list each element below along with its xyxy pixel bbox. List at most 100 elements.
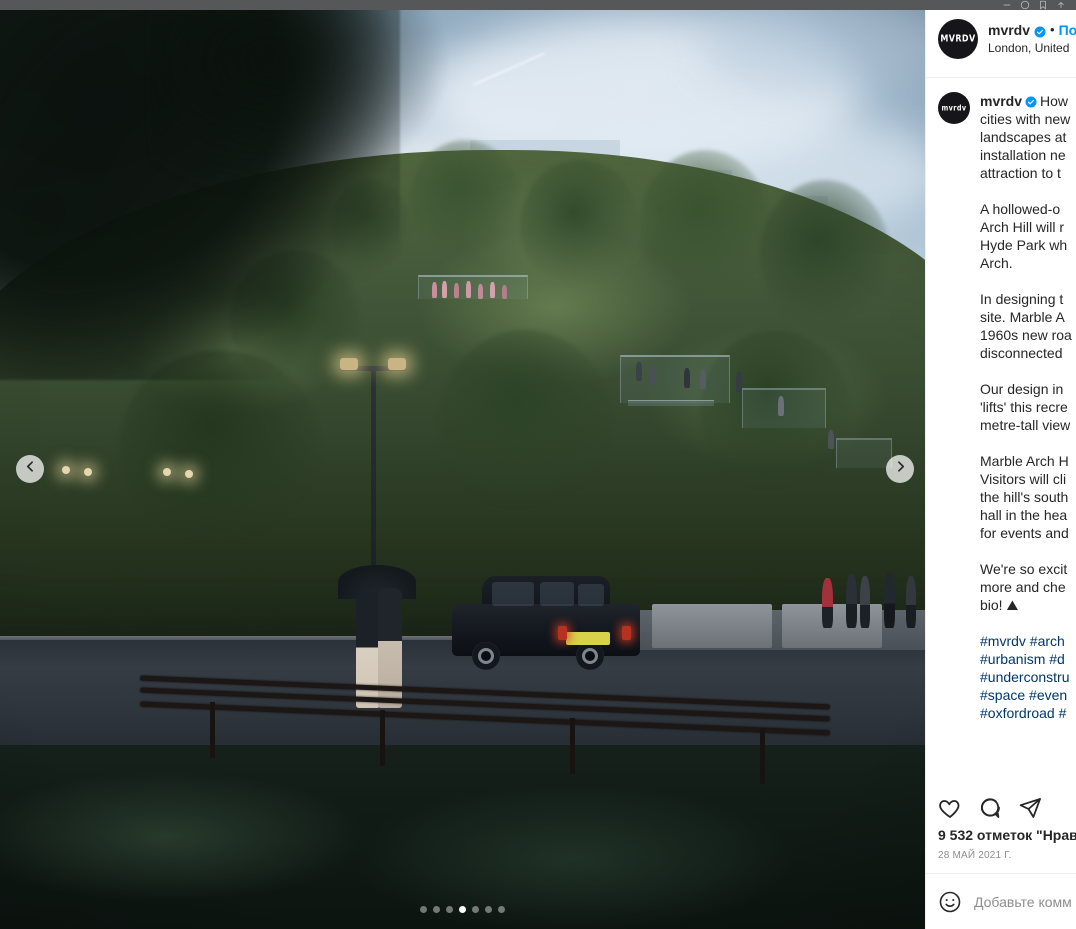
taxi-brake-light (622, 626, 631, 640)
caption-line: metre-tall view (980, 417, 1071, 433)
up-arrow-icon[interactable] (1054, 0, 1068, 10)
post-location[interactable]: London, United (988, 40, 1076, 56)
distant-streetlight (62, 466, 70, 474)
carousel-prev-button[interactable] (16, 455, 44, 483)
hashtag-line[interactable]: #urbanism #d (980, 650, 1072, 668)
caption-line: landscapes at (980, 129, 1067, 145)
caption-hashtags[interactable]: #mvrdv #arch #urbanism #d #underconstru #sp… (980, 632, 1072, 722)
architectural-rendering-image (0, 0, 925, 929)
smiley-face-icon[interactable] (938, 890, 962, 914)
visitor (502, 285, 507, 299)
avatar[interactable]: MVRDV (938, 18, 978, 59)
visitor (736, 372, 742, 392)
carousel-dot[interactable] (485, 906, 492, 913)
tree (760, 180, 890, 330)
pedestrian (846, 574, 857, 628)
menu-icon[interactable] (1000, 0, 1014, 10)
comment-composer[interactable] (926, 873, 1076, 929)
visitor (454, 283, 459, 298)
caption-avatar[interactable]: mvrdv (938, 92, 970, 124)
visitor (442, 281, 447, 298)
pedestrian (906, 576, 916, 628)
share-button[interactable] (1018, 796, 1042, 820)
post-media-carousel[interactable] (0, 0, 925, 929)
pedestrian (884, 572, 895, 628)
caption-line: attraction to t (980, 165, 1061, 181)
carousel-next-button[interactable] (886, 455, 914, 483)
taxi-licence-plate (566, 632, 610, 645)
hashtag-line[interactable]: #underconstru (980, 668, 1072, 686)
hashtag-line[interactable]: #mvrdv #arch (980, 632, 1072, 650)
tree (440, 330, 610, 510)
caption-line: Hyde Park wh (980, 237, 1068, 253)
carousel-dot[interactable] (472, 906, 479, 913)
likes-count[interactable]: 9 532 отметок "Нрав (938, 826, 1076, 844)
post-sidebar: MVRDV mvrdv • По London, United mvrdv mv… (925, 0, 1076, 929)
carousel-dot[interactable] (446, 906, 453, 913)
taxi-wheel (472, 642, 500, 670)
caption-line: cities with new (980, 111, 1071, 127)
account-circle-icon[interactable] (1018, 0, 1032, 10)
post-author-username[interactable]: mvrdv (988, 21, 1030, 39)
caption-paragraph-break (980, 542, 1072, 560)
tree (640, 150, 770, 300)
browser-toolbar-strip (0, 0, 1076, 10)
taxi-window (578, 584, 604, 606)
post-date: 28 МАЙ 2021 Г. (938, 850, 1012, 861)
stair-railing (742, 388, 826, 428)
verified-badge-icon (1034, 24, 1046, 38)
post-header: MVRDV mvrdv • По London, United (926, 0, 1076, 78)
likes-block: 9 532 отметок "Нрав 28 МАЙ 2021 Г. (926, 824, 1076, 873)
visitor (650, 366, 656, 385)
street-lamp-head (340, 358, 358, 370)
carousel-dot[interactable] (420, 906, 427, 913)
comment-input[interactable] (974, 893, 1076, 910)
visitor (432, 282, 437, 298)
hashtag-line[interactable]: #space #even (980, 686, 1072, 704)
caption-author-username[interactable]: mvrdv (980, 93, 1022, 109)
post-header-text: mvrdv • По London, United (988, 21, 1076, 56)
caption-paragraph-break (980, 182, 1072, 200)
stair-step (628, 400, 714, 406)
distant-streetlight (84, 468, 92, 476)
caption-paragraph-break (980, 272, 1072, 290)
carousel-dot-indicator[interactable] (0, 906, 925, 913)
avatar-logo-text: mvrdv (941, 103, 967, 113)
caption-paragraph-break (980, 362, 1072, 380)
caption-paragraph-break (980, 434, 1072, 452)
pedestrian (860, 576, 870, 628)
park-bench (140, 675, 830, 790)
follow-button[interactable]: По (1059, 21, 1076, 39)
post-header-username-row: mvrdv • По (988, 21, 1076, 39)
bookmark-icon[interactable] (1036, 0, 1050, 10)
header-separator: • (1050, 22, 1055, 37)
visitor (466, 281, 471, 298)
caption-line: 'lifts' this recre (980, 399, 1068, 415)
comment-button[interactable] (978, 796, 1002, 820)
carousel-dot[interactable] (433, 906, 440, 913)
chevron-left-icon (24, 460, 37, 478)
caption-line: more and che (980, 579, 1066, 595)
pedestrian (822, 578, 833, 628)
caption-area[interactable]: mvrdv mvrdv How cities with new landscapes … (926, 78, 1076, 790)
verified-badge-icon (1025, 94, 1037, 108)
caption-line: installation ne (980, 147, 1066, 163)
foreground-tree-silhouette (150, 0, 450, 200)
caption-line: Visitors will cli (980, 471, 1067, 487)
caption-line: 1960s new roa (980, 327, 1072, 343)
carousel-dot[interactable] (498, 906, 505, 913)
caption-line: disconnected (980, 345, 1063, 361)
caption-paragraph-break (980, 614, 1072, 632)
taxi-window (492, 582, 534, 606)
chevron-right-icon (894, 460, 907, 478)
caption-line: Marble Arch H (980, 453, 1069, 469)
like-button[interactable] (938, 796, 962, 820)
caption-line: Arch. (980, 255, 1013, 271)
caption-line: In designing t (980, 291, 1064, 307)
visitor (700, 370, 706, 389)
concrete-planter (652, 604, 772, 648)
hashtag-line[interactable]: #oxfordroad # (980, 704, 1072, 722)
carousel-dot[interactable] (459, 906, 466, 913)
bench-leg (760, 728, 765, 784)
taxi-wheel (576, 642, 604, 670)
